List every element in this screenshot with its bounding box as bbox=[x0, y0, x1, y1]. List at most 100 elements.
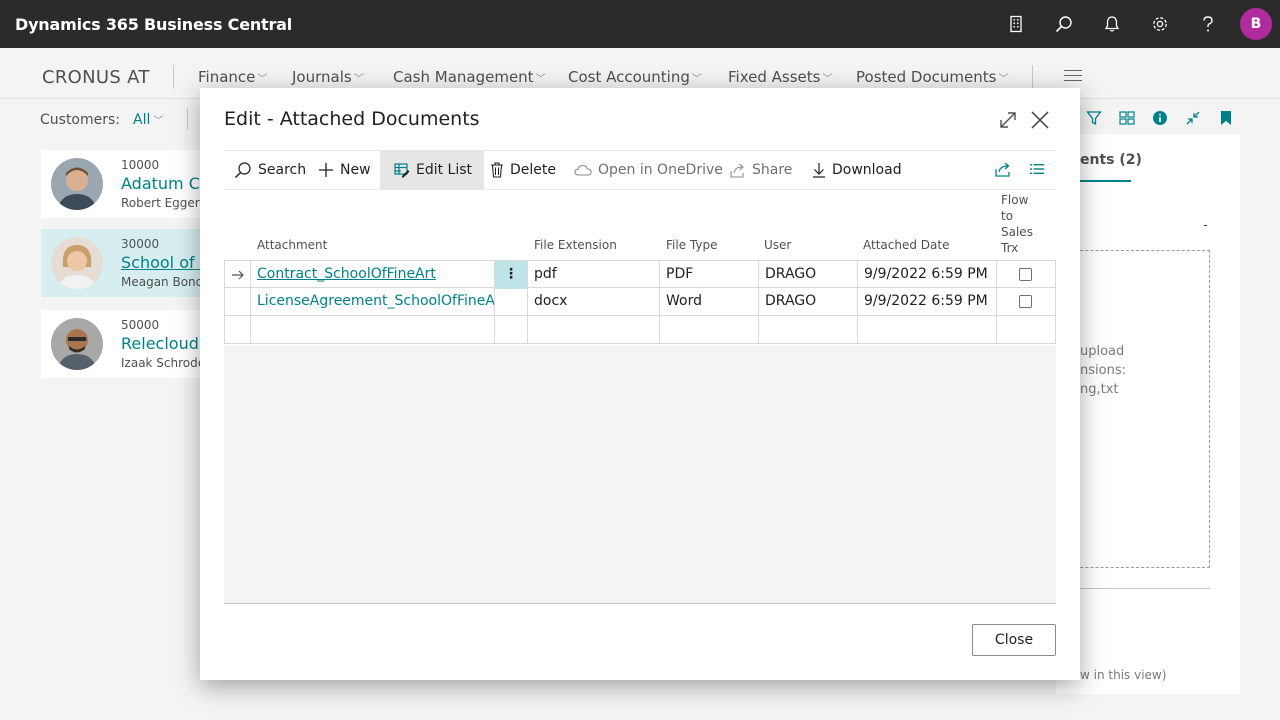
new-button-label: New bbox=[340, 162, 371, 178]
column-header-attached-date[interactable]: Attached Date bbox=[863, 238, 949, 252]
share-button-label: Share bbox=[752, 162, 793, 178]
bookmark-icon[interactable] bbox=[1214, 107, 1237, 129]
file-extension-cell bbox=[527, 316, 659, 344]
column-header-line: Flow bbox=[1001, 193, 1029, 207]
customer-contact: Izaak Schrode bbox=[121, 356, 206, 370]
drop-zone[interactable] bbox=[1060, 250, 1210, 568]
file-extension-cell: pdf bbox=[527, 261, 659, 289]
nav-item-finance[interactable]: Finance ﹀ bbox=[198, 68, 267, 86]
expand-icon[interactable] bbox=[996, 108, 1020, 132]
customer-contact: Robert Egger bbox=[121, 196, 200, 210]
customer-name[interactable]: Adatum Co bbox=[121, 174, 211, 193]
row-actions-cell[interactable] bbox=[494, 316, 527, 344]
nav-item-posted-documents[interactable]: Posted Documents ﹀ bbox=[856, 68, 1008, 86]
info-icon[interactable] bbox=[1148, 107, 1171, 129]
table-row[interactable] bbox=[224, 316, 1056, 344]
list-view-icon[interactable] bbox=[1028, 160, 1050, 182]
list-item[interactable]: 30000 School of F Meagan Bond bbox=[41, 229, 211, 297]
list-item[interactable]: 50000 Relecloud Izaak Schrode bbox=[41, 310, 211, 378]
close-icon[interactable] bbox=[1028, 108, 1052, 132]
attachment-name-link[interactable]: LicenseAgreement_SchoolOfFineArt bbox=[250, 288, 494, 316]
filter-value[interactable]: All ﹀ bbox=[133, 112, 163, 128]
cell-border bbox=[1055, 316, 1056, 344]
chevron-down-icon: ﹀ bbox=[822, 74, 833, 85]
attached-documents-dialog: Edit - Attached Documents Search New Edi… bbox=[200, 88, 1080, 680]
share-page-icon[interactable] bbox=[994, 160, 1016, 182]
column-header-user[interactable]: User bbox=[764, 238, 791, 252]
flow-to-sales-checkbox[interactable] bbox=[1019, 295, 1032, 308]
chevron-down-icon: ﹀ bbox=[998, 74, 1009, 85]
arrow-right-icon bbox=[232, 270, 244, 280]
search-icon bbox=[235, 162, 251, 178]
column-header-file-extension[interactable]: File Extension bbox=[534, 238, 617, 252]
avatar[interactable]: B bbox=[1240, 8, 1272, 40]
column-header-attachment[interactable]: Attachment bbox=[257, 238, 327, 252]
attached-date-cell: 9/9/2022 6:59 PM bbox=[857, 288, 996, 316]
user-cell bbox=[758, 316, 857, 344]
top-bar: Dynamics 365 Business Central B bbox=[0, 0, 1280, 48]
row-selector[interactable] bbox=[224, 261, 250, 289]
row-selector[interactable] bbox=[224, 316, 250, 344]
tab-attachments[interactable]: ents (2) bbox=[1080, 152, 1142, 168]
company-name[interactable]: CRONUS AT bbox=[42, 67, 150, 88]
customer-name[interactable]: School of F bbox=[121, 253, 211, 272]
edit-list-button[interactable]: Edit List bbox=[380, 151, 485, 189]
dialog-toolbar: Search New Edit List Delete Open in OneD… bbox=[224, 150, 1056, 190]
app-title[interactable]: Dynamics 365 Business Central bbox=[15, 15, 292, 34]
factbox-hint: w in this view) bbox=[1080, 668, 1167, 682]
attachment-name-cell[interactable] bbox=[250, 316, 494, 344]
table-row[interactable]: Contract_SchoolOfFineArt ⋮ pdf PDF DRAGO… bbox=[224, 260, 1056, 289]
help-icon[interactable] bbox=[1184, 0, 1232, 48]
share-button[interactable]: Share bbox=[720, 151, 802, 189]
bell-icon[interactable] bbox=[1088, 0, 1136, 48]
open-onedrive-button-label: Open in OneDrive bbox=[598, 162, 723, 178]
factbox-toolbar bbox=[1082, 107, 1237, 129]
download-button[interactable]: Download bbox=[802, 151, 912, 189]
search-button[interactable]: Search bbox=[224, 151, 316, 189]
filter-label: Customers: bbox=[40, 112, 121, 128]
customer-photo bbox=[51, 237, 103, 289]
grid-empty-area bbox=[224, 346, 1056, 604]
row-selector[interactable] bbox=[224, 288, 250, 316]
customer-name[interactable]: Relecloud bbox=[121, 334, 211, 353]
table-row[interactable]: LicenseAgreement_SchoolOfFineArt docx Wo… bbox=[224, 288, 1056, 316]
factbox-divider bbox=[1060, 588, 1210, 589]
flow-to-sales-checkbox[interactable] bbox=[1019, 268, 1032, 281]
layout-icon[interactable] bbox=[1115, 107, 1138, 129]
delete-button-label: Delete bbox=[510, 162, 556, 178]
nav-item-journals[interactable]: Journals ﹀ bbox=[292, 68, 364, 86]
filter-icon[interactable] bbox=[1082, 107, 1105, 129]
cell-border bbox=[1055, 261, 1056, 289]
open-onedrive-button[interactable]: Open in OneDrive bbox=[564, 151, 733, 189]
column-header-file-type[interactable]: File Type bbox=[666, 238, 717, 252]
row-actions-icon[interactable]: ⋮ bbox=[494, 261, 527, 289]
nav-item-cost-accounting[interactable]: Cost Accounting ﹀ bbox=[568, 68, 702, 86]
company-icon[interactable] bbox=[992, 0, 1040, 48]
trash-icon bbox=[491, 162, 503, 178]
customer-photo bbox=[51, 318, 103, 370]
nav-item-label: Cost Accounting bbox=[568, 68, 690, 86]
file-type-cell bbox=[659, 316, 758, 344]
search-icon[interactable] bbox=[1040, 0, 1088, 48]
nav-item-label: Finance bbox=[198, 68, 256, 86]
list-item[interactable]: 10000 Adatum Co Robert Egger bbox=[41, 150, 211, 218]
attached-date-cell: 9/9/2022 6:59 PM bbox=[857, 261, 996, 289]
nav-item-fixed-assets[interactable]: Fixed Assets ﹀ bbox=[728, 68, 832, 86]
gear-icon[interactable] bbox=[1136, 0, 1184, 48]
new-button[interactable]: New bbox=[308, 151, 381, 189]
nav-item-cash-management[interactable]: Cash Management ﹀ bbox=[393, 68, 546, 86]
menu-icon[interactable] bbox=[1064, 70, 1082, 85]
file-type-cell: PDF bbox=[659, 261, 758, 289]
delete-button[interactable]: Delete bbox=[480, 151, 566, 189]
close-button[interactable]: Close bbox=[972, 624, 1056, 656]
attached-date-cell bbox=[857, 316, 996, 344]
dialog-title: Edit - Attached Documents bbox=[224, 108, 480, 130]
edit-list-button-label: Edit List bbox=[416, 162, 473, 178]
file-extension-cell: docx bbox=[527, 288, 659, 316]
column-header-flow-to-sales-trx[interactable]: Flow to Sales Trx bbox=[1001, 192, 1033, 256]
search-button-label: Search bbox=[258, 162, 307, 178]
attachment-name-link[interactable]: Contract_SchoolOfFineArt bbox=[250, 261, 494, 289]
collapse-icon[interactable] bbox=[1181, 107, 1204, 129]
row-actions-cell[interactable] bbox=[494, 288, 527, 316]
filter-divider bbox=[187, 108, 188, 130]
